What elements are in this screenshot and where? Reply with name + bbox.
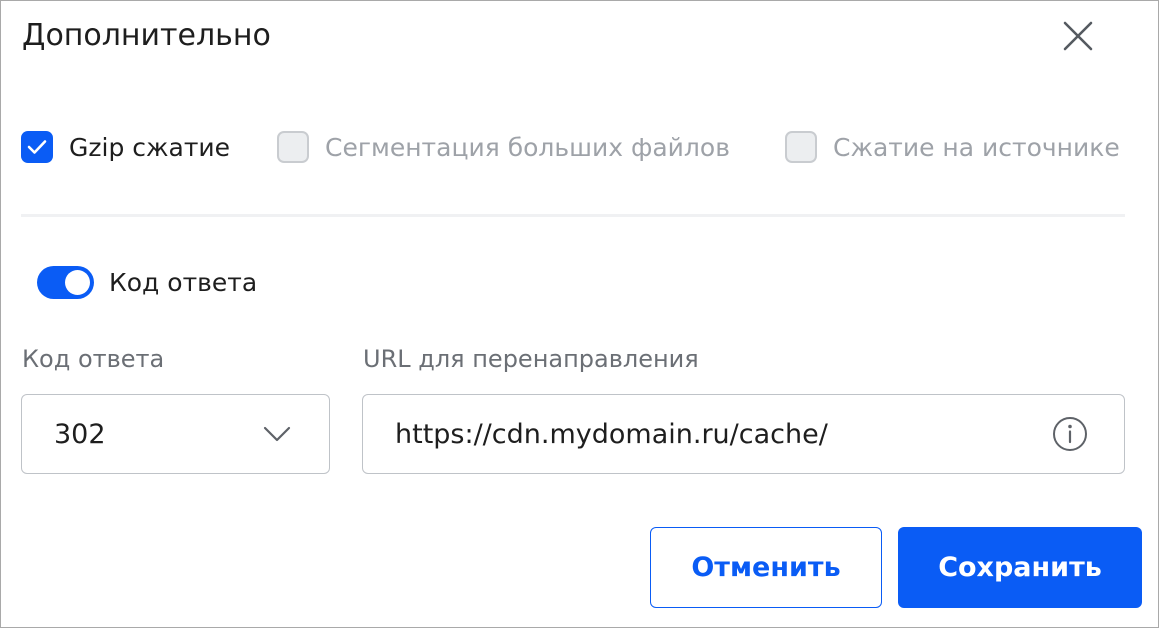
checkbox-unchecked-icon xyxy=(277,131,309,163)
options-row: Gzip сжатие Сегментация больших файлов С… xyxy=(21,129,1141,165)
response-code-value: 302 xyxy=(54,418,106,450)
toggle-knob xyxy=(65,269,90,295)
close-button[interactable] xyxy=(1059,17,1097,55)
origin-compression-checkbox[interactable]: Сжатие на источнике xyxy=(785,129,1120,165)
chevron-down-icon xyxy=(263,426,291,442)
redirect-url-input[interactable] xyxy=(395,418,1052,450)
dialog-title: Дополнительно xyxy=(22,18,271,53)
gzip-checkbox[interactable]: Gzip сжатие xyxy=(21,129,230,165)
response-code-toggle[interactable]: Код ответа xyxy=(37,265,257,299)
toggle-switch[interactable] xyxy=(37,265,94,299)
divider xyxy=(21,214,1125,217)
response-code-select[interactable]: 302 xyxy=(21,394,330,474)
info-icon[interactable] xyxy=(1052,416,1088,452)
redirect-url-field[interactable] xyxy=(362,394,1125,474)
response-code-label: Код ответа xyxy=(22,345,165,373)
cancel-button[interactable]: Отменить xyxy=(650,527,882,608)
checkbox-checked-icon xyxy=(21,131,53,163)
dialog: Дополнительно Gzip сжатие Сегментация бо… xyxy=(0,0,1159,628)
origin-compression-label: Сжатие на источнике xyxy=(833,132,1120,162)
save-button[interactable]: Сохранить xyxy=(898,527,1142,608)
segmentation-label: Сегментация больших файлов xyxy=(325,132,730,162)
redirect-url-label: URL для перенаправления xyxy=(363,345,699,373)
close-icon xyxy=(1063,21,1093,51)
toggle-label: Код ответа xyxy=(109,267,258,297)
checkbox-unchecked-icon xyxy=(785,131,817,163)
segmentation-checkbox[interactable]: Сегментация больших файлов xyxy=(277,129,730,165)
gzip-label: Gzip сжатие xyxy=(69,132,231,162)
